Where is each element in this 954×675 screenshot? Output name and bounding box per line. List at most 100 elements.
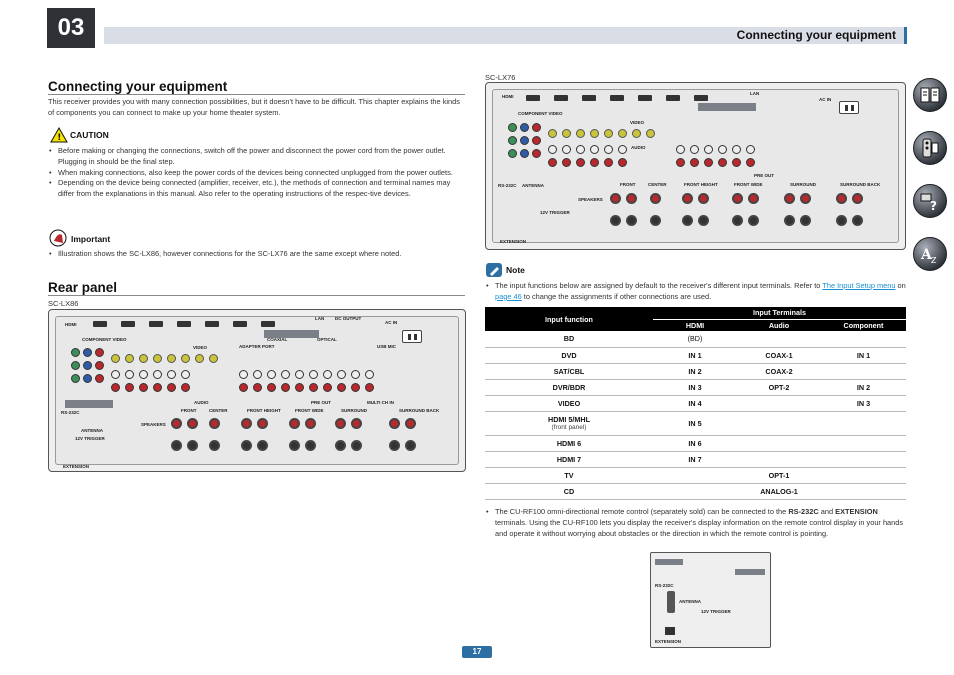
note-text: on	[895, 281, 906, 290]
cell-hdmi: IN 6	[653, 435, 737, 452]
cell-input-function: BD	[485, 331, 653, 348]
jack-red	[337, 383, 346, 392]
antenna-label: ANTENNA	[522, 183, 544, 188]
surround-back-label: SURROUND BACK	[399, 408, 440, 413]
jack-yellow	[167, 354, 176, 363]
function-name: TV	[564, 470, 574, 480]
jack-red	[590, 158, 599, 167]
video-label: VIDEO	[630, 120, 645, 125]
jack-yellow	[576, 129, 585, 138]
jack-yellow	[590, 129, 599, 138]
note-text: terminals. Using the CU-RF100 lets you d…	[495, 517, 904, 538]
jack-white	[690, 145, 699, 154]
speaker-terminal	[389, 418, 400, 429]
video-label: VIDEO	[193, 345, 208, 350]
cell-audio	[737, 451, 821, 468]
jack-yellow	[604, 129, 613, 138]
hdmi-port	[554, 95, 568, 101]
jack-white	[267, 370, 276, 379]
speaker-terminal	[732, 215, 743, 226]
section-rule	[48, 295, 465, 296]
speaker-terminal	[241, 418, 252, 429]
cell-hdmi	[653, 483, 737, 500]
table-row: HDMI 5/MHL (front panel) IN 5	[485, 411, 906, 436]
note-pencil-icon	[486, 263, 502, 277]
page-46-link[interactable]: page 46	[495, 292, 522, 301]
function-name: VIDEO	[557, 398, 581, 408]
col-audio: Audio	[737, 319, 821, 331]
jack-white	[548, 145, 557, 154]
speaker-terminal	[836, 215, 847, 226]
speaker-terminal	[405, 440, 416, 451]
table-row: VIDEO IN 4 IN 3	[485, 395, 906, 412]
remote-control-icon[interactable]	[913, 131, 947, 165]
hdmi-port	[638, 95, 652, 101]
col-component: Component	[821, 319, 906, 331]
section-title-connecting: Connecting your equipment	[48, 79, 228, 94]
rs232c-label: RS-232C	[655, 583, 674, 588]
cell-component	[821, 363, 906, 380]
jack-red	[253, 383, 262, 392]
jack-white	[718, 145, 727, 154]
hdmi-port	[582, 95, 596, 101]
coaxial-label: COAXIAL	[267, 337, 288, 342]
jack-red	[562, 158, 571, 167]
cell-hdmi	[653, 467, 737, 484]
jack-blue	[83, 374, 92, 383]
lan-label: LAN	[315, 316, 325, 321]
hdmi-port	[149, 321, 163, 327]
speaker-terminal	[209, 440, 220, 451]
help-question-icon[interactable]: ?	[913, 184, 947, 218]
table-row: TV OPT-1	[485, 467, 906, 484]
speaker-terminal	[187, 418, 198, 429]
cell-input-function: DVR/BDR	[485, 379, 653, 396]
list-item: The CU-RF100 omni-directional remote con…	[485, 507, 906, 539]
rs232c-label: RS-232C	[498, 183, 517, 188]
cell-component	[821, 411, 906, 436]
jack-red	[267, 383, 276, 392]
side-navigation: ? AZ	[913, 78, 949, 290]
usb-mic-label: USB MIC	[377, 344, 396, 349]
cell-hdmi: IN 1	[653, 347, 737, 364]
speakers-label: SPEAKERS	[141, 422, 166, 427]
index-a-icon[interactable]: AZ	[913, 237, 947, 271]
list-item: When making connections, also keep the p…	[48, 168, 466, 179]
jack-yellow	[111, 354, 120, 363]
cell-component	[821, 331, 906, 348]
function-name: DVR/BDR	[552, 382, 586, 392]
cell-input-function: VIDEO	[485, 395, 653, 412]
audio-label: AUDIO	[194, 400, 209, 405]
hdmi-port	[261, 321, 275, 327]
rear-panel-sc-lx86: HDMI LAN DC OUTPUT AC IN COMPONENT VIDEO…	[48, 309, 466, 472]
speaker-terminal	[610, 215, 621, 226]
jack-white	[167, 370, 176, 379]
jack-green	[71, 348, 80, 357]
pre-out-label: PRE OUT	[311, 400, 332, 405]
jack-red	[604, 158, 613, 167]
manual-book-icon[interactable]	[913, 78, 947, 112]
jack-red	[95, 361, 104, 370]
jack-red	[323, 383, 332, 392]
jack-red	[167, 383, 176, 392]
note-text: and	[818, 507, 836, 516]
surround-label: SURROUND	[341, 408, 368, 413]
speaker-terminal	[335, 440, 346, 451]
jack-white	[676, 145, 685, 154]
jack-white	[562, 145, 571, 154]
jack-white	[181, 370, 190, 379]
jack-red	[139, 383, 148, 392]
function-name: DVD	[561, 350, 577, 360]
hdmi-port	[121, 321, 135, 327]
speaker-terminal	[289, 418, 300, 429]
jack-yellow	[139, 354, 148, 363]
cell-component	[821, 451, 906, 468]
jack-white	[337, 370, 346, 379]
ac-in-label: AC IN	[819, 97, 832, 102]
jack-red	[295, 383, 304, 392]
cell-input-function: HDMI 5/MHL (front panel)	[485, 411, 653, 436]
extension-term: EXTENSION	[835, 507, 878, 516]
input-setup-link[interactable]: The Input Setup menu	[822, 281, 895, 290]
jack-red	[351, 383, 360, 392]
function-name: HDMI 5/MHL	[548, 415, 590, 424]
jack-red	[239, 383, 248, 392]
